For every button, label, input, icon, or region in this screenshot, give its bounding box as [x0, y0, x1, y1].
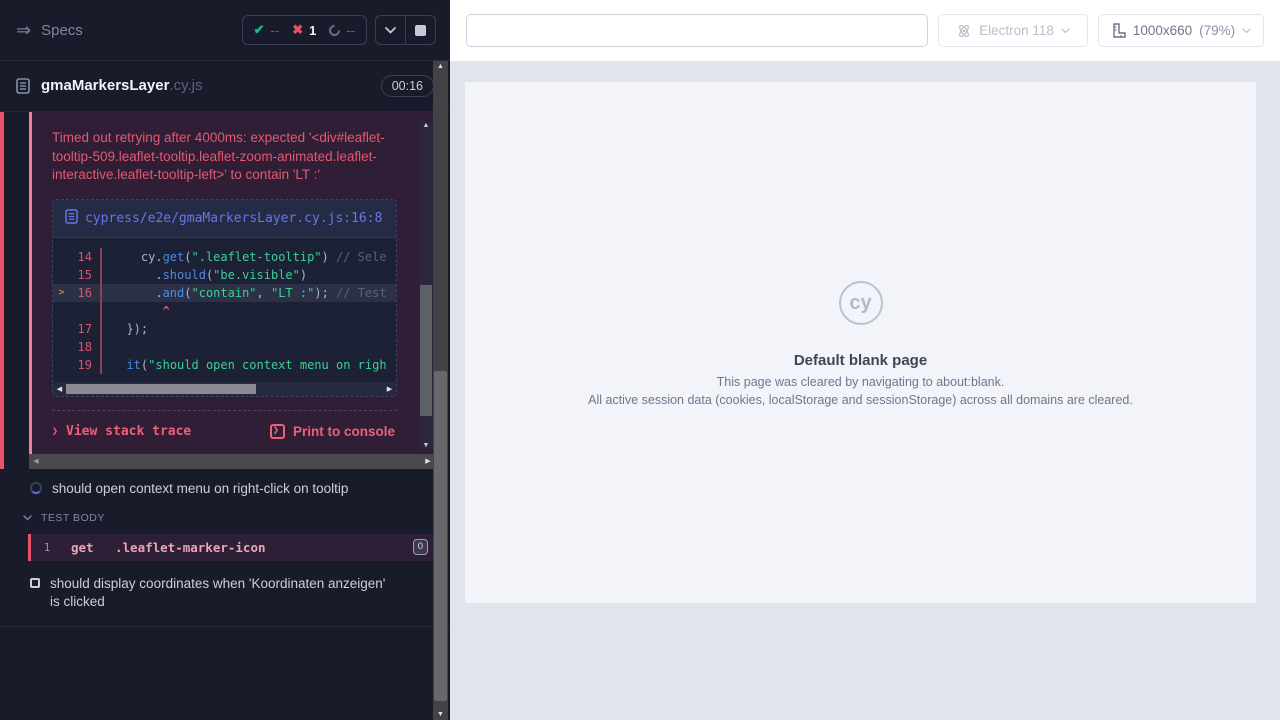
chevron-right-icon: ❯: [52, 426, 58, 437]
divider: [0, 626, 450, 627]
chevron-down-icon: [385, 27, 396, 34]
scroll-down-icon[interactable]: ▼: [433, 711, 448, 718]
browser-toolbar: Electron 118 1000x660 (79%): [450, 0, 1280, 62]
scroll-up-icon[interactable]: ▲: [433, 63, 448, 70]
console-icon: [270, 424, 285, 439]
view-stack-trace-button[interactable]: ❯ View stack trace: [52, 424, 191, 439]
scrollbar-thumb[interactable]: [66, 384, 256, 394]
viewport-zoom-value: (79%): [1199, 23, 1235, 38]
code-line: ^: [53, 302, 396, 320]
blank-page: cy Default blank page This page was clea…: [465, 82, 1256, 603]
error-horizontal-scrollbar[interactable]: ◀ ▶: [29, 454, 435, 469]
error-message: Timed out retrying after 4000ms: expecte…: [52, 129, 393, 185]
code-lines: 14 cy.get(".leaflet-tooltip") // Sele15 …: [53, 238, 396, 382]
stop-run-button[interactable]: [406, 16, 435, 44]
code-line: 15 .should("be.visible"): [53, 266, 396, 284]
processing-square-icon: [30, 578, 40, 588]
url-input[interactable]: [466, 14, 928, 47]
stat-passed: ✔ --: [254, 22, 280, 38]
code-file-icon: [65, 209, 78, 224]
check-icon: ✔: [254, 22, 265, 38]
code-line: 14 cy.get(".leaflet-tooltip") // Sele: [53, 248, 396, 266]
code-frame-file-link[interactable]: cypress/e2e/gmaMarkersLayer.cy.js:16:8: [53, 200, 396, 238]
stat-pending: --: [329, 23, 355, 38]
stop-icon: [415, 25, 426, 36]
electron-icon: [956, 23, 972, 39]
scroll-left-icon[interactable]: ◀: [53, 385, 66, 393]
test-stats: ✔ -- ✖ 1 --: [242, 15, 367, 45]
chevron-down-icon: [23, 515, 32, 521]
command-number: 1: [31, 541, 63, 554]
test-body-header[interactable]: TEST BODY: [0, 507, 450, 531]
error-vertical-scrollbar[interactable]: ▲ ▼: [419, 122, 433, 449]
code-horizontal-scrollbar[interactable]: ◀ ▶: [53, 382, 396, 396]
specs-title: Specs: [41, 22, 83, 39]
command-count-badge: 0: [413, 539, 428, 555]
error-footer: ❯ View stack trace Print to console: [52, 410, 397, 454]
collapse-all-button[interactable]: [376, 16, 405, 44]
cypress-reporter-sidebar: ⇒ Specs ✔ -- ✖ 1 --: [0, 0, 450, 720]
scrollbar-thumb[interactable]: [420, 285, 432, 416]
spec-name: gmaMarkersLayer.cy.js: [41, 77, 202, 95]
cross-icon: ✖: [292, 22, 303, 38]
specs-menu-icon[interactable]: ⇒: [16, 21, 31, 39]
chevron-down-icon: [1061, 28, 1070, 34]
code-line: 17 });: [53, 320, 396, 338]
spec-file-icon: [16, 78, 30, 94]
blank-page-title: Default blank page: [794, 352, 927, 369]
browser-select[interactable]: Electron 118: [938, 14, 1088, 47]
scroll-left-icon[interactable]: ◀: [29, 457, 43, 465]
test-title: should display coordinates when 'Koordin…: [50, 575, 395, 611]
sidebar-vertical-scrollbar[interactable]: ▲ ▼: [433, 61, 448, 720]
command-message: .leaflet-marker-icon: [115, 540, 413, 555]
running-spinner-icon: [30, 482, 42, 494]
chevron-down-icon: [1242, 28, 1251, 34]
code-line: 19 it("should open context menu on righ: [53, 356, 396, 374]
command-method: get: [71, 540, 115, 555]
blank-page-line1: This page was cleared by navigating to a…: [717, 376, 1005, 389]
app-under-test-area: cy Default blank page This page was clea…: [450, 62, 1280, 720]
scroll-right-icon[interactable]: ▶: [383, 385, 396, 393]
error-panel: Timed out retrying after 4000ms: expecte…: [29, 112, 435, 469]
command-row[interactable]: 1 get .leaflet-marker-icon 0: [28, 534, 435, 561]
scroll-down-icon[interactable]: ▼: [419, 442, 433, 449]
cypress-logo: cy: [839, 281, 883, 325]
blank-page-line2: All active session data (cookies, localS…: [588, 394, 1133, 407]
code-frame: cypress/e2e/gmaMarkersLayer.cy.js:16:8 1…: [52, 199, 397, 397]
browser-panel: Electron 118 1000x660 (79%) cy Default b…: [450, 0, 1280, 720]
viewport-size-select[interactable]: 1000x660 (79%): [1098, 14, 1264, 47]
failed-test-attempt: Timed out retrying after 4000ms: expecte…: [0, 112, 450, 469]
test-item-pending[interactable]: should display coordinates when 'Koordin…: [0, 564, 450, 620]
code-line: >16 .and("contain", "LT :"); // Test: [53, 284, 396, 302]
test-item-running[interactable]: should open context menu on right-click …: [0, 469, 450, 507]
stat-failed: ✖ 1: [292, 22, 316, 38]
spec-timer-badge: 00:16: [381, 75, 434, 97]
test-title: should open context menu on right-click …: [52, 480, 348, 498]
scroll-up-icon[interactable]: ▲: [419, 122, 433, 129]
viewport-size-value: 1000x660: [1133, 23, 1192, 38]
code-line: 18: [53, 338, 396, 356]
ruler-icon: [1111, 23, 1126, 38]
spec-header-row[interactable]: gmaMarkersLayer.cy.js 00:16: [0, 61, 450, 112]
pending-icon: [327, 22, 343, 38]
reporter-header: ⇒ Specs ✔ -- ✖ 1 --: [0, 0, 450, 61]
scrollbar-thumb[interactable]: [434, 371, 447, 701]
print-to-console-button[interactable]: Print to console: [270, 424, 395, 439]
run-controls: [375, 15, 436, 45]
